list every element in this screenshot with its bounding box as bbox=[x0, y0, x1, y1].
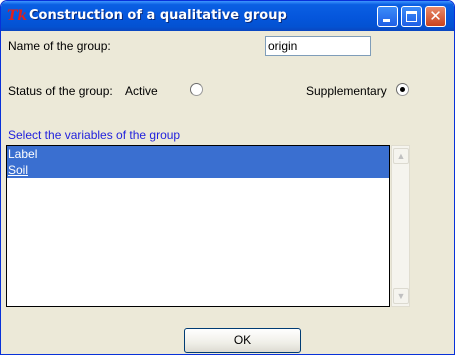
close-icon: ✕ bbox=[429, 7, 442, 25]
title-bar[interactable]: Tk Construction of a qualitative group ✕ bbox=[1, 1, 454, 31]
minimize-button[interactable] bbox=[377, 6, 398, 27]
dialog-window: Tk Construction of a qualitative group ✕… bbox=[0, 0, 455, 355]
listbox-scrollbar[interactable]: ▲ ▼ bbox=[391, 145, 410, 307]
scroll-up-button[interactable]: ▲ bbox=[393, 148, 409, 164]
group-status-label: Status of the group: bbox=[8, 84, 113, 98]
close-button[interactable]: ✕ bbox=[425, 6, 446, 27]
list-item-label[interactable]: Label bbox=[7, 146, 389, 162]
window-title: Construction of a qualitative group bbox=[29, 8, 287, 23]
scroll-down-button[interactable]: ▼ bbox=[393, 288, 409, 304]
variables-listbox[interactable]: Label Soil bbox=[6, 145, 390, 307]
supplementary-radio[interactable] bbox=[396, 83, 409, 96]
group-name-label: Name of the group: bbox=[8, 39, 111, 53]
list-item-soil[interactable]: Soil bbox=[7, 162, 389, 178]
tk-logo-icon: Tk bbox=[7, 8, 28, 24]
supplementary-label: Supplementary bbox=[306, 84, 387, 98]
active-radio[interactable] bbox=[190, 83, 203, 96]
scroll-down-arrow-icon: ▼ bbox=[396, 291, 406, 301]
scroll-up-arrow-icon: ▲ bbox=[396, 151, 406, 161]
select-variables-label: Select the variables of the group bbox=[8, 128, 181, 142]
group-name-input[interactable] bbox=[265, 36, 371, 56]
maximize-icon bbox=[406, 11, 417, 22]
minimize-icon bbox=[383, 19, 390, 22]
maximize-button[interactable] bbox=[401, 6, 422, 27]
ok-button[interactable]: OK bbox=[184, 328, 301, 353]
active-label: Active bbox=[125, 84, 158, 98]
radio-selected-dot bbox=[400, 87, 405, 92]
